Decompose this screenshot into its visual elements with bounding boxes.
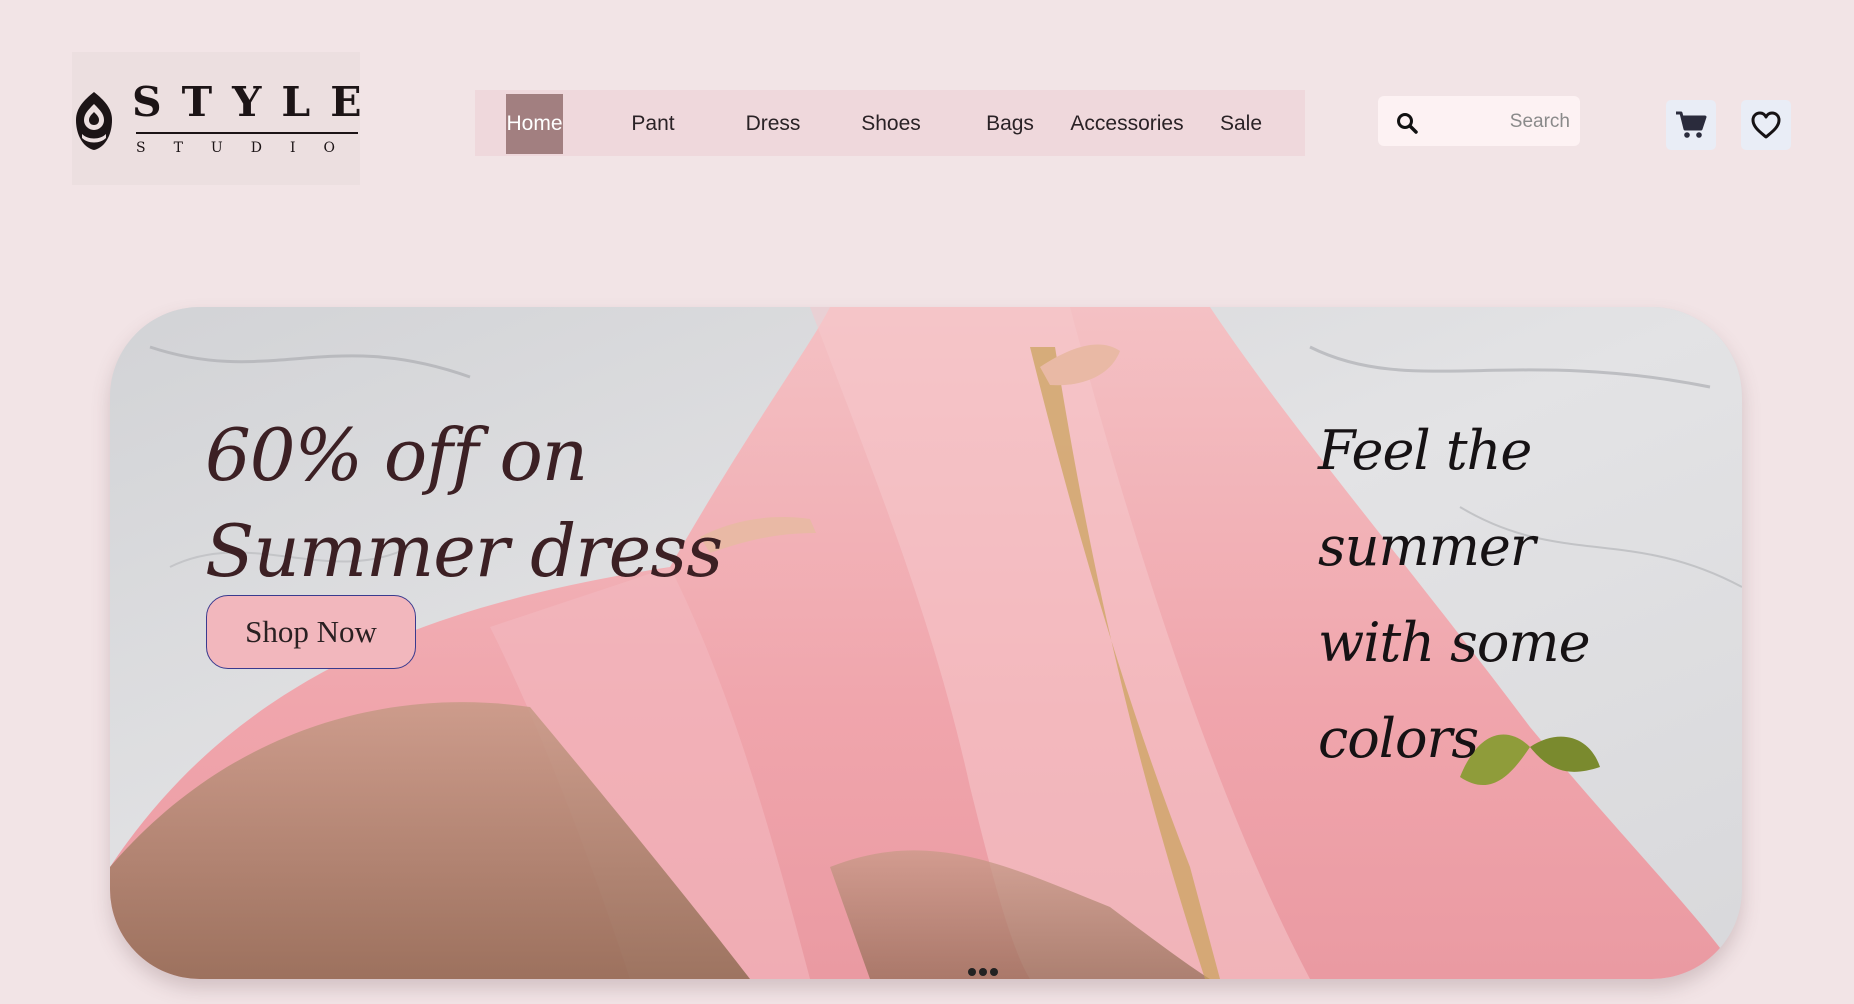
heart-icon [1751, 111, 1781, 139]
brand-subtitle: STUDIO [136, 140, 363, 156]
search-input[interactable] [1430, 104, 1572, 140]
nav-item-sale[interactable]: Sale [1211, 94, 1271, 154]
hero-tagline-line1: Feel the summer [1318, 419, 1536, 578]
nav-item-accessories[interactable]: Accessories [1067, 94, 1187, 154]
hero-banner: 60% off on Summer dress Shop Now Feel th… [110, 307, 1742, 979]
nav-item-pant[interactable]: Pant [613, 94, 693, 154]
logo-mark-icon [76, 92, 112, 150]
cart-icon [1676, 111, 1707, 138]
hero-tagline-line2: with some colors [1318, 611, 1591, 770]
brand-logo[interactable]: STYLE STUDIO [72, 52, 363, 185]
cart-button[interactable] [1666, 100, 1716, 150]
nav-item-home[interactable]: Home [506, 94, 563, 154]
carousel-dot[interactable] [968, 968, 976, 976]
logo-divider [136, 132, 358, 134]
nav-item-dress[interactable]: Dress [733, 94, 813, 154]
search-icon[interactable] [1396, 112, 1418, 134]
shop-now-button[interactable]: Shop Now [206, 595, 416, 669]
hero-tagline: Feel the summer with some colors [1318, 403, 1738, 787]
carousel-dots [968, 968, 998, 978]
carousel-dot[interactable] [979, 968, 987, 976]
hero-headline: 60% off on Summer dress [205, 407, 765, 599]
search-box [1378, 96, 1580, 146]
hero-headline-line2: Summer dress [205, 509, 723, 593]
nav-item-bags[interactable]: Bags [975, 94, 1045, 154]
page: STYLE STUDIO Home Pant Dress Shoes Bags … [0, 0, 1854, 1004]
carousel-dot[interactable] [990, 968, 998, 976]
hero-headline-line1: 60% off on [205, 413, 588, 497]
brand-name: STYLE [132, 78, 382, 126]
wishlist-button[interactable] [1741, 100, 1791, 150]
main-nav: Home Pant Dress Shoes Bags Accessories S… [475, 90, 1305, 156]
nav-item-shoes[interactable]: Shoes [851, 94, 931, 154]
